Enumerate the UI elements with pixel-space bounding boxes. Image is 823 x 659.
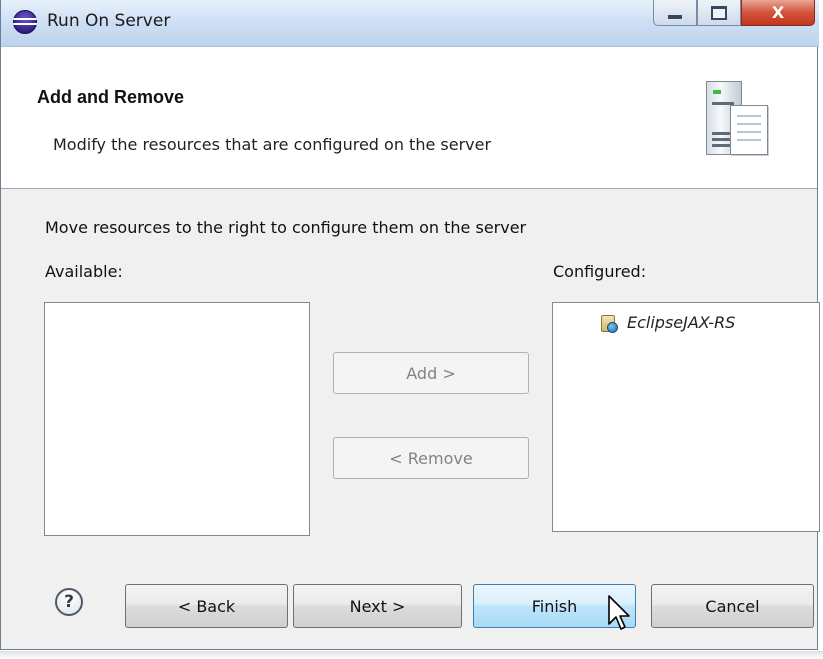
add-button[interactable]: Add > <box>333 352 529 394</box>
close-button[interactable]: X <box>741 0 815 26</box>
mouse-cursor-icon <box>608 595 630 630</box>
available-label: Available: <box>45 262 123 281</box>
window-controls: X <box>653 0 815 26</box>
minimize-icon <box>667 13 683 20</box>
title-bar[interactable]: Run On Server X <box>1 0 819 47</box>
minimize-button[interactable] <box>653 0 697 26</box>
maximize-icon <box>711 5 727 20</box>
close-icon: X <box>771 3 785 22</box>
configured-label: Configured: <box>553 262 647 281</box>
wizard-header: Add and Remove Modify the resources that… <box>1 47 817 189</box>
list-item-label: EclipseJAX-RS <box>627 313 736 332</box>
instruction-text: Move resources to the right to configure… <box>45 218 527 237</box>
next-button[interactable]: Next > <box>293 584 462 628</box>
window-shadow <box>0 651 823 659</box>
eclipse-icon <box>13 10 37 34</box>
available-list[interactable] <box>44 302 310 536</box>
window-title: Run On Server <box>47 11 171 31</box>
remove-button[interactable]: < Remove <box>333 437 529 479</box>
page-title: Add and Remove <box>37 87 185 107</box>
help-icon[interactable]: ? <box>55 588 83 616</box>
cancel-button[interactable]: Cancel <box>651 584 814 628</box>
list-item[interactable]: EclipseJAX-RS <box>600 313 736 333</box>
maximize-button[interactable] <box>697 0 741 26</box>
configured-list[interactable]: EclipseJAX-RS <box>552 302 820 532</box>
back-button[interactable]: < Back <box>125 584 288 628</box>
server-icon <box>706 81 778 161</box>
web-project-icon <box>600 313 618 333</box>
page-description: Modify the resources that are configured… <box>53 135 492 154</box>
run-on-server-dialog: Run On Server X Add and Remove Modify th… <box>0 0 820 650</box>
